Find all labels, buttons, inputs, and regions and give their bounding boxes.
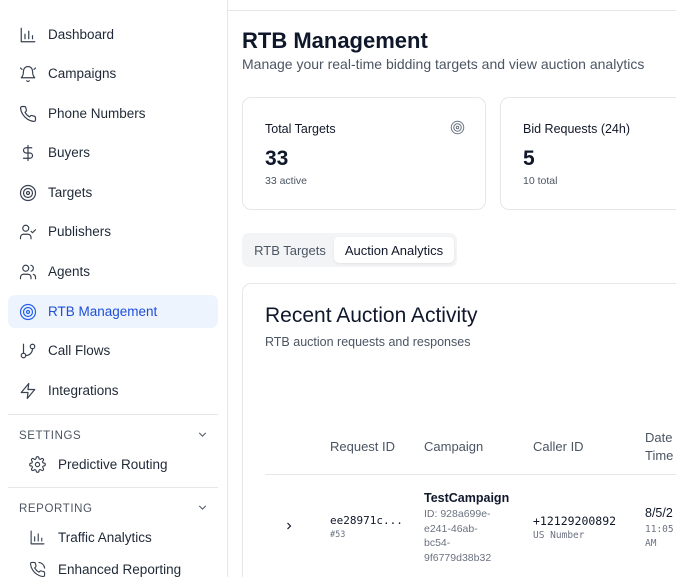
stat-card-bid-requests: Bid Requests (24h) 5 10 total [500,97,676,210]
request-number: #53 [330,530,346,540]
campaign-name: TestCampaign [424,491,510,505]
auction-activity-panel: Recent Auction Activity RTB auction requ… [242,283,676,577]
card-label: Total Targets [265,122,336,136]
sidebar-item-campaigns[interactable]: Campaigns [8,57,218,90]
column-header-caller-id[interactable]: Caller ID [533,438,584,456]
campaign-id-line: bc54- [424,537,451,549]
header-divider [228,10,676,11]
chevron-right-icon[interactable] [283,519,295,537]
sidebar-item-label: Traffic Analytics [58,529,152,545]
settings-section-toggle[interactable]: SETTINGS [19,428,209,444]
users-icon [19,263,37,281]
panel-title: Recent Auction Activity [265,304,478,327]
sidebar-item-label: Enhanced Reporting [58,561,182,577]
sidebar-item-buyers[interactable]: Buyers [8,136,218,169]
sidebar-item-label: Buyers [48,145,91,160]
bar-chart-icon [29,528,47,546]
sidebar-item-label: Campaigns [48,66,117,81]
caller-id: +12129200892 [533,514,617,528]
card-value: 33 [265,147,289,170]
card-value: 5 [523,147,535,170]
caller-type: US Number [533,530,585,541]
sidebar-item-label: Publishers [48,224,112,239]
campaign-id-line: ID: 928a699e- [424,508,491,520]
user-check-icon [19,223,37,241]
git-branch-icon [19,342,37,360]
card-meta: 33 active [265,175,308,187]
sidebar-item-integrations[interactable]: Integrations [8,374,218,407]
sidebar-item-label: Phone Numbers [48,106,146,121]
divider [8,414,218,415]
gear-icon [29,455,47,473]
sidebar-item-phone-numbers[interactable]: Phone Numbers [8,97,218,130]
sidebar-item-enhanced-reporting[interactable]: Enhanced Reporting [29,556,181,577]
tab-rtb-targets[interactable]: RTB Targets [246,237,334,263]
divider [8,487,218,488]
column-header-date-time[interactable]: Date & Time [645,429,676,465]
page-title: RTB Management [242,28,428,53]
sidebar-item-publishers[interactable]: Publishers [8,215,218,248]
auction-time-line: 11:05 [645,524,674,535]
auction-date: 8/5/2 [645,506,673,520]
sidebar-item-rtb-management[interactable]: RTB Management [8,295,218,328]
column-header-line: Time [645,448,674,463]
sidebar-item-dashboard[interactable]: Dashboard [8,18,218,51]
chevron-down-icon [196,428,209,444]
campaign-id-line: 9f6779d38b32 [424,551,492,564]
target-icon [19,184,37,202]
sidebar-item-targets[interactable]: Targets [8,176,218,209]
sidebar-item-agents[interactable]: Agents [8,255,218,288]
radar-icon [19,303,37,321]
panel-subtitle: RTB auction requests and responses [265,335,471,349]
section-title: SETTINGS [19,430,82,442]
sidebar-item-label: Dashboard [48,27,115,42]
phone-call-icon [29,560,47,577]
chevron-down-icon [196,501,209,517]
section-title: REPORTING [19,503,93,515]
column-header-request-id[interactable]: Request ID [330,438,395,456]
column-header-line: Date & [645,430,676,445]
bar-chart-icon [19,26,37,44]
sidebar-item-label: RTB Management [48,304,158,319]
dollar-icon [19,144,37,162]
tab-auction-analytics[interactable]: Auction Analytics [334,237,454,263]
sidebar: Dashboard Campaigns Phone Numbers Buyers… [0,0,228,577]
sidebar-item-label: Agents [48,264,91,279]
auction-time: 11:05 AM [645,523,674,551]
sidebar-item-label: Integrations [48,383,119,398]
sidebar-item-traffic-analytics[interactable]: Traffic Analytics [29,524,152,550]
target-icon [450,120,465,140]
zap-icon [19,382,37,400]
page-subtitle: Manage your real-time bidding targets an… [242,56,645,72]
column-header-campaign[interactable]: Campaign [424,438,483,456]
card-meta: 10 total [523,175,558,187]
card-label: Bid Requests (24h) [523,122,631,136]
phone-icon [19,105,37,123]
auction-time-line: AM [645,538,657,549]
sidebar-item-call-flows[interactable]: Call Flows [8,334,218,367]
campaign-id-line: e241-46ab- [424,522,478,535]
sidebar-item-predictive-routing[interactable]: Predictive Routing [29,451,168,477]
sidebar-item-label: Targets [48,185,93,200]
stat-card-total-targets: Total Targets 33 33 active [242,97,486,210]
reporting-section-toggle[interactable]: REPORTING [19,501,209,517]
tab-list: RTB Targets Auction Analytics [242,233,457,267]
campaign-id: ID: 928a699e- e241-46ab- bc54- 9f6779d38… [424,507,491,565]
request-id: ee28971c... [330,514,403,527]
sidebar-item-label: Predictive Routing [58,456,168,472]
bell-icon [19,65,37,83]
table-header-divider [265,474,676,475]
sidebar-item-label: Call Flows [48,343,111,358]
